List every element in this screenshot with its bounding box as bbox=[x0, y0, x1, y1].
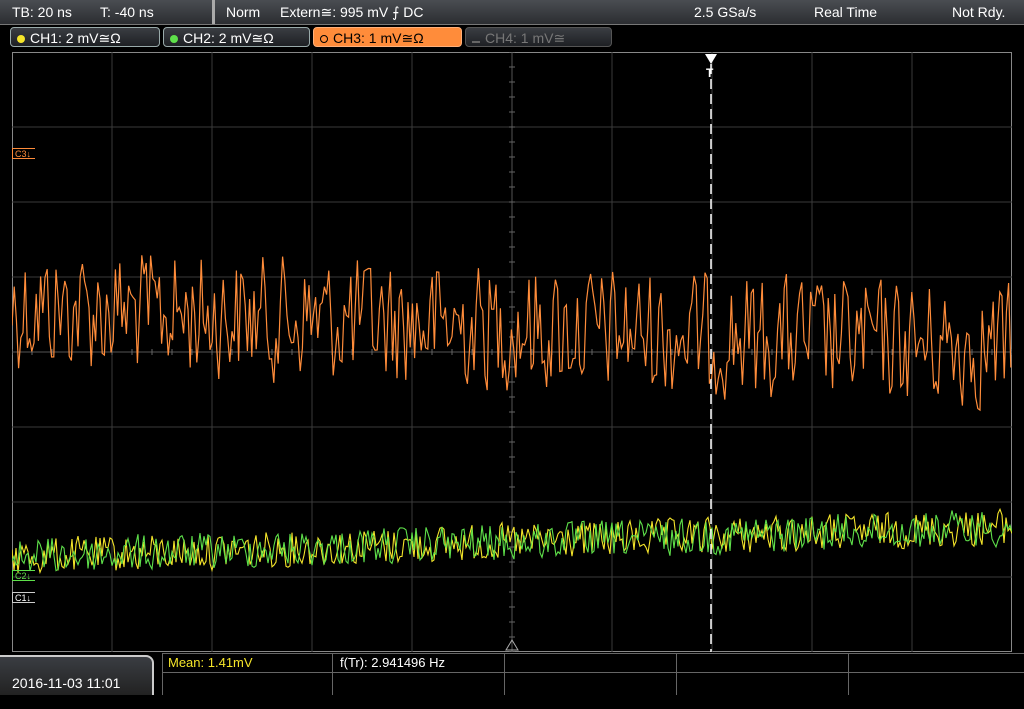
meas-col-line bbox=[504, 653, 505, 695]
tab-ch4[interactable]: CH4: 1 mV≅ bbox=[465, 27, 612, 47]
ch2-label: CH2: 2 mV≅Ω bbox=[183, 30, 274, 46]
status-separator bbox=[212, 0, 215, 24]
meas-border-top bbox=[162, 653, 1024, 654]
meas-divider bbox=[162, 672, 1024, 673]
ch3-label: CH3: 1 mV≅Ω bbox=[333, 30, 424, 46]
tab-ch1[interactable]: CH1: 2 mV≅Ω bbox=[10, 27, 160, 47]
trigger-mode[interactable]: Norm bbox=[226, 0, 260, 24]
ch1-label: CH1: 2 mV≅Ω bbox=[30, 30, 121, 46]
meas-col-line bbox=[848, 653, 849, 695]
mean-measurement[interactable]: Mean: 1.41mV bbox=[168, 654, 253, 671]
ch2-offset-marker[interactable]: C2↓ bbox=[12, 570, 36, 581]
ch1-offset-marker[interactable]: C1↓ bbox=[12, 592, 36, 603]
ch4-dash-icon bbox=[472, 41, 480, 43]
tab-ch2[interactable]: CH2: 2 mV≅Ω bbox=[163, 27, 310, 47]
ch3-trace bbox=[12, 255, 1012, 412]
meas-col-line bbox=[162, 653, 163, 695]
ch3-dot-icon bbox=[320, 35, 328, 43]
acquisition-mode[interactable]: Real Time bbox=[814, 0, 877, 24]
trigger-time-readout[interactable]: T: -40 ns bbox=[100, 0, 154, 24]
sample-rate[interactable]: 2.5 GSa/s bbox=[694, 0, 756, 24]
measurement-table: Mean: 1.41mV f(Tr): 2.941496 Hz bbox=[162, 653, 1024, 695]
ch1-dot-icon bbox=[17, 35, 25, 43]
tab-ch3[interactable]: CH3: 1 mV≅Ω bbox=[313, 27, 462, 47]
channel-tabs: CH1: 2 mV≅Ω CH2: 2 mV≅Ω CH3: 1 mV≅Ω CH4:… bbox=[0, 26, 1024, 50]
frequency-measurement[interactable]: f(Tr): 2.941496 Hz bbox=[340, 654, 445, 671]
meas-col-line bbox=[676, 653, 677, 695]
timebase-readout[interactable]: TB: 20 ns bbox=[12, 0, 72, 24]
trigger-source[interactable]: Extern≅: 995 mV ⨍ DC bbox=[280, 0, 424, 24]
datetime: 2016-11-03 11:01 bbox=[0, 655, 154, 695]
ch4-label: CH4: 1 mV≅ bbox=[485, 30, 566, 46]
trigger-state: Not Rdy. bbox=[952, 4, 1006, 20]
graticule bbox=[12, 52, 1012, 652]
trigger-marker-label: T bbox=[706, 66, 714, 80]
trigger-arrow-icon[interactable] bbox=[705, 54, 717, 64]
ch3-offset-marker[interactable]: C3↓ bbox=[12, 148, 36, 159]
meas-col-line bbox=[332, 653, 333, 695]
waveform-plot bbox=[12, 52, 1012, 652]
status-bar: TB: 20 ns T: -40 ns Norm Extern≅: 995 mV… bbox=[0, 0, 1024, 25]
ch2-dot-icon bbox=[170, 35, 178, 43]
